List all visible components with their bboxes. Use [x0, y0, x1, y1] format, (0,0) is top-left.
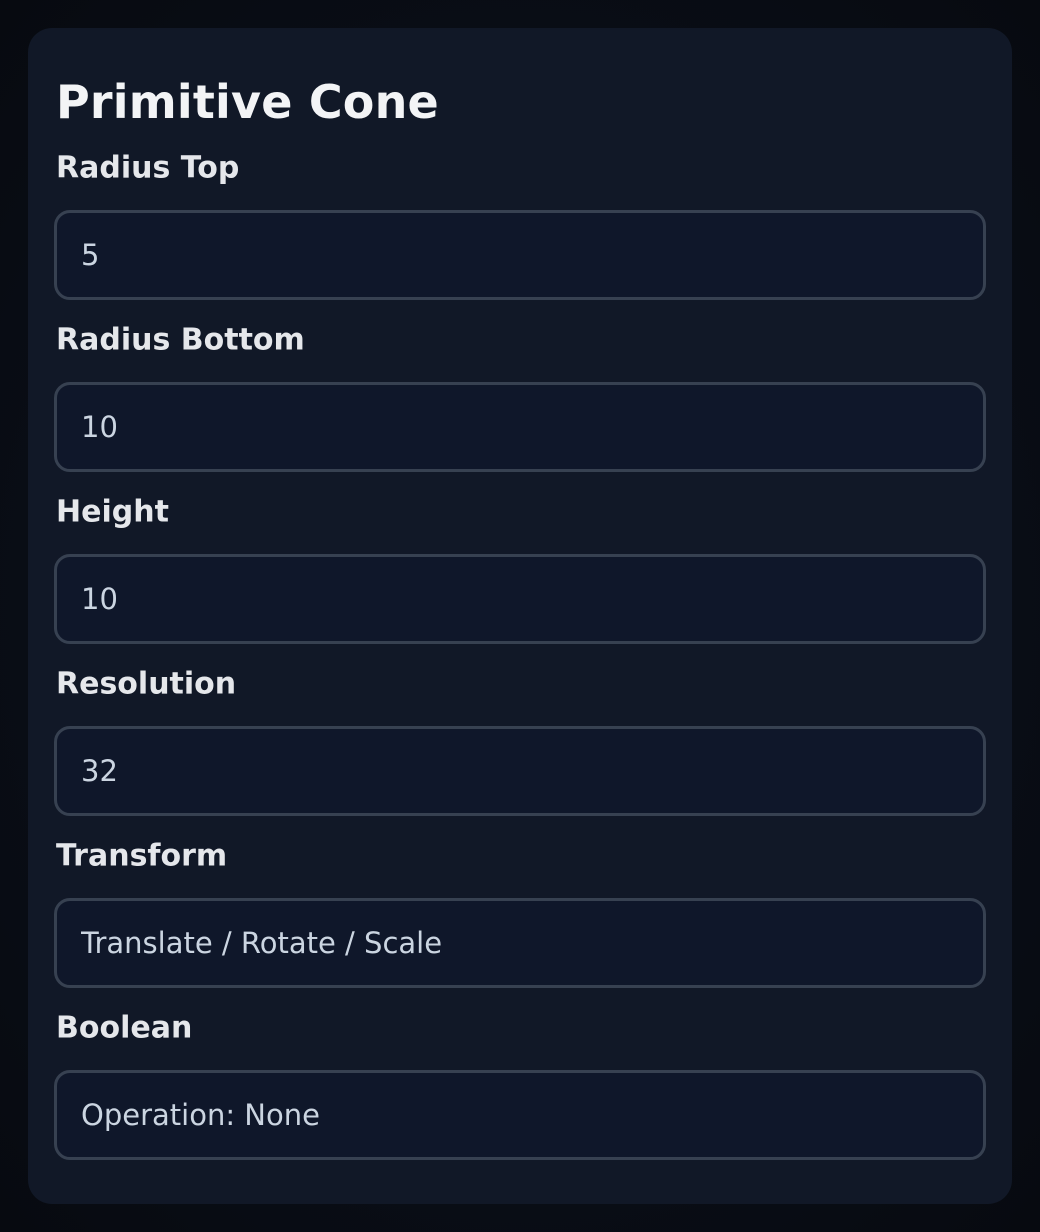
transform-input[interactable]: [54, 898, 986, 988]
resolution-label: Resolution: [56, 666, 237, 702]
height-label: Height: [56, 494, 169, 530]
transform-label: Transform: [56, 838, 228, 874]
radius-top-label: Radius Top: [56, 150, 240, 186]
radius-bottom-input[interactable]: [54, 382, 986, 472]
cone-properties-panel: Primitive Cone Radius Top Radius Bottom …: [28, 28, 1012, 1204]
radius-top-input[interactable]: [54, 210, 986, 300]
height-input[interactable]: [54, 554, 986, 644]
resolution-input[interactable]: [54, 726, 986, 816]
panel-title: Primitive Cone: [56, 75, 439, 129]
radius-bottom-label: Radius Bottom: [56, 322, 305, 358]
boolean-label: Boolean: [56, 1010, 193, 1046]
boolean-operation-input[interactable]: [54, 1070, 986, 1160]
